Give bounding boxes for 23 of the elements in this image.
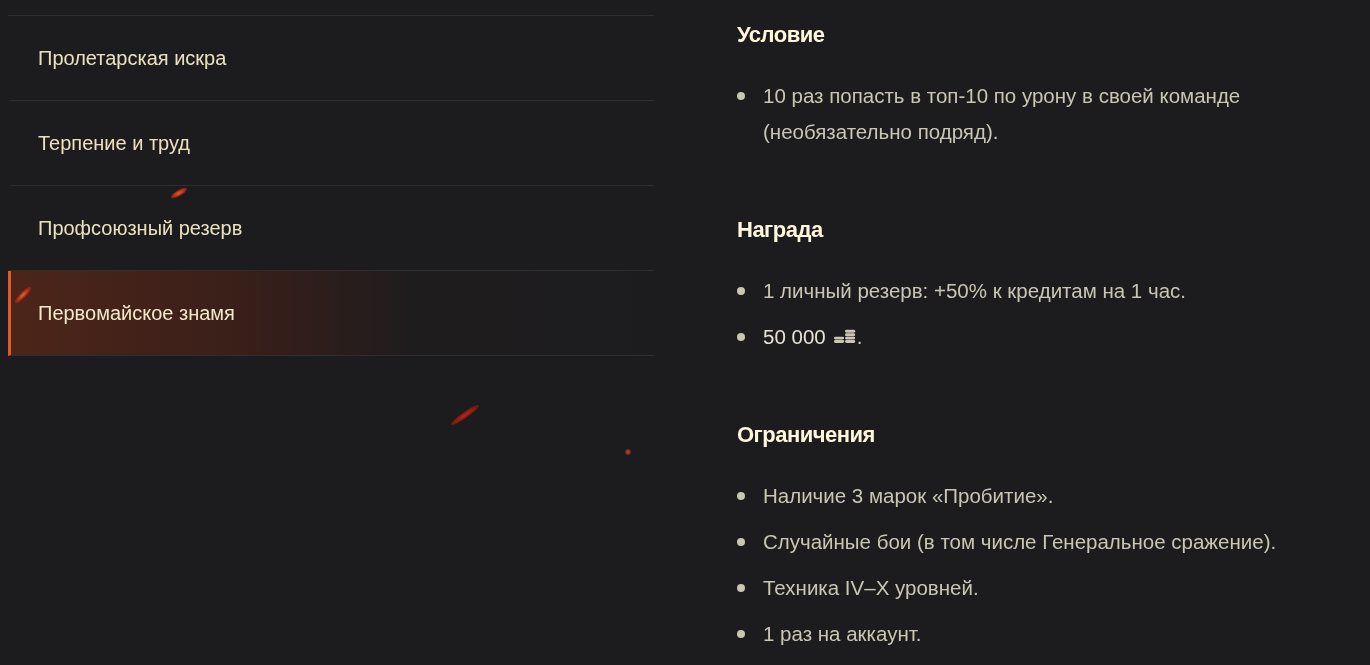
list-item-text: 1 личный резерв: +50% к кредитам на 1 час. xyxy=(763,278,1186,304)
list-item-text: Случайные бои (в том числе Генеральное сражение). xyxy=(763,529,1277,555)
spark-icon xyxy=(625,449,631,455)
bullet-icon xyxy=(737,538,745,546)
section-heading: Награда xyxy=(737,217,823,243)
coins-icon xyxy=(832,328,857,346)
section-heading: Ограничения xyxy=(737,422,875,448)
list-item-text: 1 раз на аккаунт. xyxy=(763,621,922,647)
bullet-icon xyxy=(737,630,745,638)
mission-tab[interactable]: Первомайское знамя xyxy=(8,271,654,356)
bullet-icon xyxy=(737,333,745,341)
section-heading: Условие xyxy=(737,22,825,48)
bullet-icon xyxy=(737,584,745,592)
list-item-text: Техника IV–X уровней. xyxy=(763,575,979,601)
list-item-text: Наличие 3 марок «Пробитие». xyxy=(763,483,1054,509)
list-item-text: 10 раз попасть в топ-10 по урону в своей команде (необязательно подряд). xyxy=(763,83,1242,145)
mission-tab[interactable]: Терпение и труд xyxy=(8,101,654,186)
bullet-icon xyxy=(737,287,745,295)
bullet-icon xyxy=(737,492,745,500)
bullet-icon xyxy=(737,92,745,100)
mission-tab[interactable]: Пролетарская искра xyxy=(8,16,654,101)
credit-amount: 50 000 xyxy=(763,324,826,350)
punctuation-text: . xyxy=(856,324,863,350)
